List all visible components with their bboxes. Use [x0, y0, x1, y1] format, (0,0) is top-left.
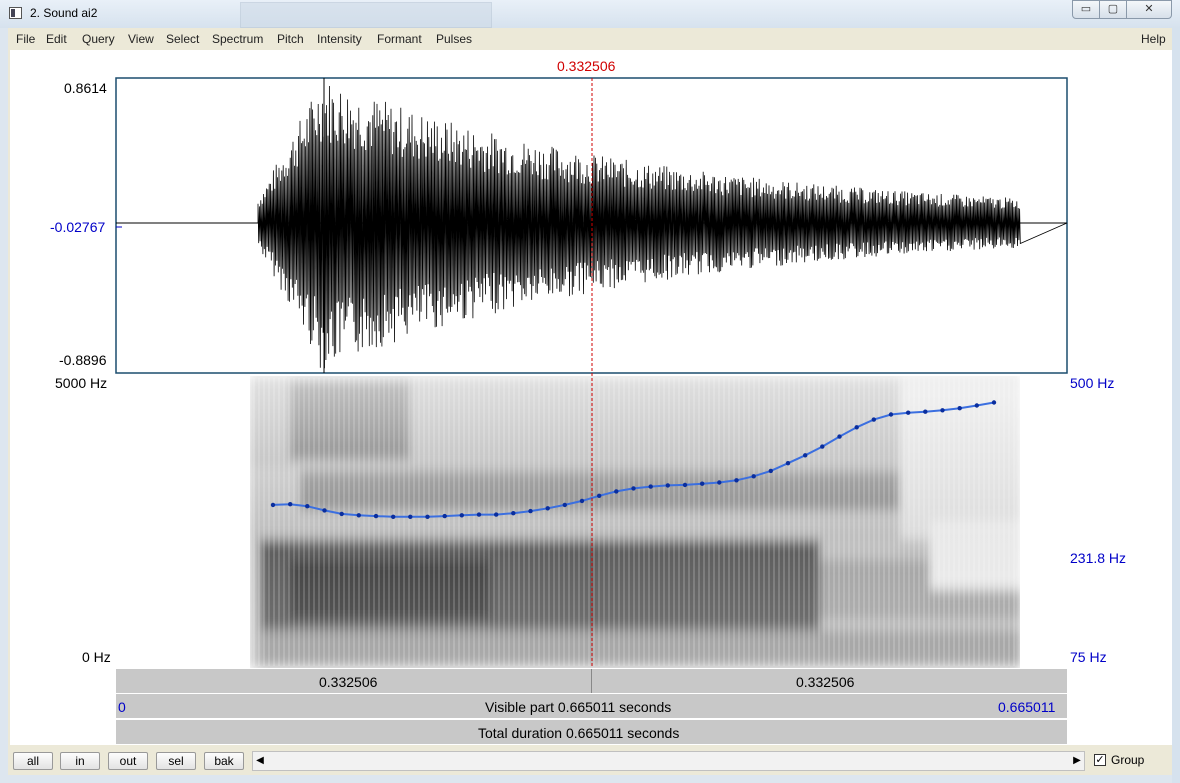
spectrogram-freq-top-label: 5000 Hz	[55, 375, 108, 391]
pitch-point	[339, 511, 344, 517]
pitch-point	[425, 514, 430, 519]
pitch-point	[974, 403, 979, 408]
pitch-point	[803, 453, 808, 458]
waveform-max-label: 0.8614	[64, 80, 107, 96]
scroll-right-arrow-icon[interactable]: ▶	[1069, 751, 1085, 771]
pitch-point	[476, 512, 482, 517]
pitch-point	[579, 498, 585, 504]
zoom-in-button[interactable]: in	[60, 752, 100, 770]
pitch-point	[631, 486, 636, 491]
pitch-point	[734, 478, 739, 483]
pitch-point	[545, 506, 550, 511]
visible-part-label[interactable]: Visible part 0.665011 seconds	[485, 699, 671, 715]
spectrogram-freq-bottom-label: 0 Hz	[82, 649, 111, 665]
left-segment-duration[interactable]: 0.332506	[319, 674, 377, 690]
pitch-point	[408, 514, 413, 519]
pitch-point	[459, 513, 464, 518]
pitch-bottom-label: 75 Hz	[1070, 649, 1107, 665]
pitch-point	[888, 412, 894, 417]
group-checkbox[interactable]: ✓	[1094, 754, 1106, 766]
pitch-point	[614, 489, 619, 494]
visible-start-label: 0	[118, 699, 126, 715]
pitch-point	[373, 513, 379, 519]
scroll-left-arrow-icon[interactable]: ◀	[252, 751, 268, 771]
cursor-time-label: 0.332506	[557, 58, 616, 74]
pitch-point	[700, 481, 705, 486]
praat-sound-editor-window: 2. Sound ai2 ▭ ▢ ✕ File Edit Query View …	[0, 0, 1180, 783]
pitch-point	[682, 482, 688, 488]
pitch-point	[322, 508, 327, 513]
pitch-point	[923, 409, 928, 414]
pitch-point	[305, 504, 310, 509]
pitch-point	[356, 513, 361, 518]
pitch-point	[957, 406, 962, 411]
pitch-point	[391, 514, 396, 519]
pitch-point	[562, 502, 567, 508]
pitch-point	[717, 480, 722, 485]
zoom-out-button[interactable]: out	[108, 752, 148, 770]
pitch-point	[648, 484, 653, 489]
pitch-point	[442, 513, 447, 519]
pitch-point	[785, 461, 791, 466]
zoom-selection-button[interactable]: sel	[156, 752, 196, 770]
pitch-point	[494, 512, 499, 517]
visible-end-label: 0.665011	[998, 699, 1056, 715]
pitch-mid-label: 231.8 Hz	[1070, 550, 1127, 566]
selection-time-bar[interactable]	[116, 669, 1067, 693]
group-checkbox-label: Group	[1111, 753, 1145, 767]
pitch-point	[288, 502, 293, 507]
pitch-point	[511, 511, 516, 516]
waveform-min-label: -0.8896	[59, 352, 107, 368]
pitch-point	[854, 425, 859, 430]
selection-bar-divider	[591, 669, 592, 693]
waveform-zero-label: -0.02767	[50, 219, 106, 235]
pitch-point	[270, 502, 276, 508]
pitch-point	[597, 493, 602, 498]
zoom-all-button[interactable]: all	[13, 752, 53, 770]
zoom-back-button[interactable]: bak	[204, 752, 244, 770]
pitch-point	[871, 417, 876, 422]
pitch-point	[528, 508, 533, 514]
pitch-point	[820, 444, 825, 449]
pitch-point	[906, 410, 911, 415]
plot-layer[interactable]	[0, 0, 1180, 783]
pitch-point	[991, 400, 997, 405]
pitch-point	[751, 474, 756, 479]
horizontal-scrollbar[interactable]	[252, 751, 1085, 771]
right-segment-duration[interactable]: 0.332506	[796, 674, 854, 690]
spectrogram-shading	[250, 374, 1020, 668]
pitch-point	[940, 408, 945, 413]
pitch-point	[768, 468, 773, 474]
pitch-point	[837, 434, 842, 439]
pitch-point	[665, 483, 670, 488]
total-duration-label[interactable]: Total duration 0.665011 seconds	[478, 725, 679, 741]
pitch-top-label: 500 Hz	[1070, 375, 1115, 391]
